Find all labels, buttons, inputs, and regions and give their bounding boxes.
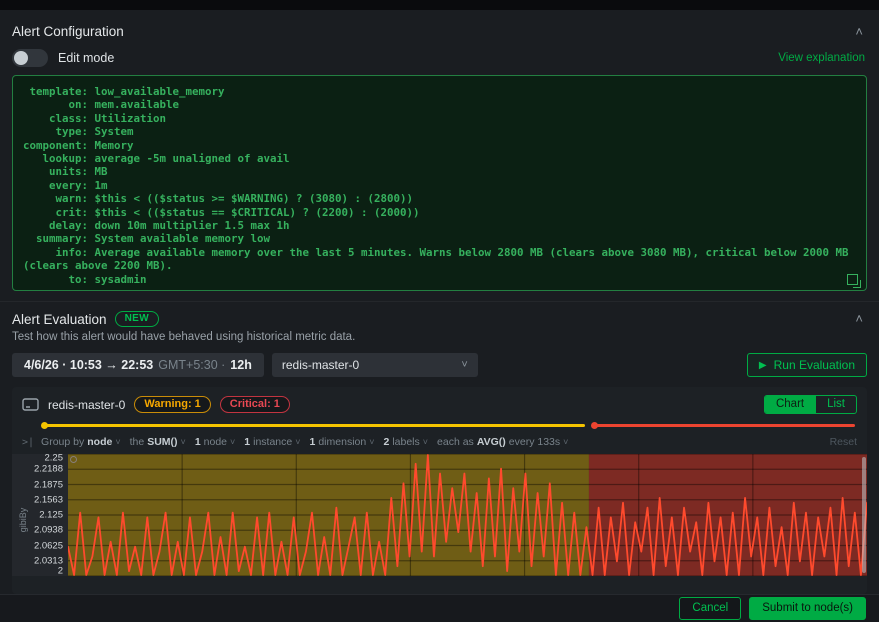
each-as-label: each as <box>437 436 474 448</box>
critical-timeline-marker[interactable] <box>591 422 598 429</box>
warning-timeline-marker[interactable] <box>41 422 48 429</box>
every-label: every 133s <box>509 436 560 448</box>
warning-timeline-bar <box>44 424 584 427</box>
y-axis-tick: 2.2188 <box>34 464 63 475</box>
evaluation-chart-panel: redis-master-0 Warning: 1 Critical: 1 Ch… <box>12 387 867 594</box>
node-select-value: redis-master-0 <box>282 358 359 372</box>
evaluation-subtitle: Test how this alert would have behaved u… <box>0 327 879 345</box>
chevron-down-icon: ˅ <box>563 437 568 447</box>
instances-dropdown[interactable]: 1 instance ˅ <box>244 436 300 448</box>
labels-count: 2 <box>383 436 389 448</box>
each-as-dropdown[interactable]: each as AVG() every 133s ˅ <box>437 436 568 448</box>
alert-modal: Alert Configuration ˄ Edit mode View exp… <box>0 10 879 622</box>
play-icon: ▶ <box>759 360 767 371</box>
y-axis-tick: 2.0625 <box>34 540 63 551</box>
modal-footer: Cancel Submit to node(s) <box>0 594 879 622</box>
cancel-button[interactable]: Cancel <box>679 597 741 620</box>
y-axis-unit-label: gibiBy <box>18 500 28 540</box>
edit-mode-toggle[interactable] <box>12 49 48 67</box>
copy-icon-back <box>853 280 861 288</box>
chart-node-name: redis-master-0 <box>48 398 125 412</box>
date-range-main: 4/6/26 · 10:53 → 22:53 <box>24 358 153 372</box>
chart-view-button[interactable]: Chart <box>765 396 815 413</box>
chart-area: gibiBy 2.252.2188 2.1875 2.1563 2.125 2.0938… <box>12 454 867 576</box>
chevron-down-icon: ˅ <box>423 437 428 447</box>
alert-configuration-title: Alert Configuration <box>12 24 124 39</box>
labels-label: labels <box>392 436 419 448</box>
run-evaluation-label: Run Evaluation <box>774 358 855 372</box>
alert-evaluation-title: Alert Evaluation <box>12 312 107 327</box>
chevron-down-icon: ˅ <box>115 437 120 447</box>
y-axis-tick: 2.0938 <box>34 525 63 536</box>
submit-button[interactable]: Submit to node(s) <box>749 597 866 620</box>
backdrop-top-strip <box>0 0 879 10</box>
dimensions-label: dimension <box>318 436 366 448</box>
dimensions-count: 1 <box>310 436 316 448</box>
alert-definition-code: template: low_available_memory on: mem.a… <box>23 85 854 286</box>
evaluation-chart[interactable] <box>68 454 867 576</box>
y-axis-tick: 2 <box>58 566 63 577</box>
nodes-label: node <box>204 436 227 448</box>
status-timeline <box>12 421 867 430</box>
new-badge: NEW <box>115 311 160 327</box>
dimensions-dropdown[interactable]: 1 dimension ˅ <box>310 436 375 448</box>
nodes-dropdown[interactable]: 1 node ˅ <box>195 436 235 448</box>
edit-mode-label: Edit mode <box>58 51 114 65</box>
y-axis: gibiBy 2.252.2188 2.1875 2.1563 2.125 2.0938… <box>12 454 68 576</box>
chart-scrollbar[interactable] <box>862 457 866 573</box>
y-axis-tick: 2.1563 <box>34 494 63 505</box>
chart-panel-header: redis-master-0 Warning: 1 Critical: 1 Ch… <box>12 387 867 418</box>
alert-definition-codebox: template: low_available_memory on: mem.a… <box>12 75 867 291</box>
instances-label: instance <box>253 436 292 448</box>
each-as-value: AVG() <box>477 436 506 448</box>
node-icon <box>22 398 39 411</box>
run-evaluation-button[interactable]: ▶ Run Evaluation <box>747 353 867 377</box>
chevron-down-icon: ˅ <box>461 359 467 371</box>
edit-mode-row: Edit mode View explanation <box>0 41 879 73</box>
evaluation-controls: 4/6/26 · 10:53 → 22:53 GMT+5:30 · 12h re… <box>0 345 879 377</box>
alert-configuration-header: Alert Configuration ˄ <box>0 10 879 41</box>
aggregation-label: the <box>130 436 145 448</box>
alert-evaluation-section: Alert Evaluation NEW ˄ Test how this ale… <box>0 301 879 594</box>
chevron-down-icon: ˅ <box>181 437 186 447</box>
node-select[interactable]: redis-master-0 ˅ <box>272 353 478 377</box>
toolbar-collapse-icon[interactable]: >| <box>22 437 34 448</box>
labels-dropdown[interactable]: 2 labels ˅ <box>383 436 428 448</box>
plot-area[interactable] <box>68 454 867 576</box>
chart-list-toggle: Chart List <box>764 395 857 414</box>
aggregation-value: SUM() <box>147 436 177 448</box>
chevron-down-icon: ˅ <box>295 437 300 447</box>
date-range-timezone: GMT+5:30 · <box>158 358 225 372</box>
y-axis-tick: 2.25 <box>45 453 64 464</box>
toggle-knob <box>14 51 28 65</box>
y-axis-tick: 2.1875 <box>34 479 63 490</box>
groupby-label: Group by <box>41 436 84 448</box>
view-explanation-link[interactable]: View explanation <box>778 52 865 64</box>
alert-evaluation-header: Alert Evaluation NEW ˄ <box>0 302 879 327</box>
chevron-down-icon: ˅ <box>230 437 235 447</box>
reset-button[interactable]: Reset <box>830 436 857 448</box>
critical-timeline-bar <box>595 424 855 427</box>
warning-count-badge: Warning: 1 <box>134 396 210 413</box>
date-range-picker[interactable]: 4/6/26 · 10:53 → 22:53 GMT+5:30 · 12h <box>12 353 264 377</box>
list-view-button[interactable]: List <box>815 396 856 413</box>
critical-count-badge: Critical: 1 <box>220 396 290 413</box>
collapse-configuration-icon[interactable]: ˄ <box>855 27 863 37</box>
date-range-duration: 12h <box>230 358 252 372</box>
nodes-count: 1 <box>195 436 201 448</box>
groupby-value: node <box>87 436 112 448</box>
y-axis-tick: 2.125 <box>39 510 63 521</box>
groupby-dropdown[interactable]: Group by node ˅ <box>41 436 121 448</box>
aggregation-dropdown[interactable]: the SUM() ˅ <box>130 436 186 448</box>
instances-count: 1 <box>244 436 250 448</box>
collapse-evaluation-icon[interactable]: ˄ <box>855 314 863 324</box>
chart-toolbar: >| Group by node ˅ the SUM() ˅ 1 node ˅ <box>12 431 867 451</box>
chevron-down-icon: ˅ <box>369 437 374 447</box>
copy-icon[interactable] <box>847 274 858 285</box>
